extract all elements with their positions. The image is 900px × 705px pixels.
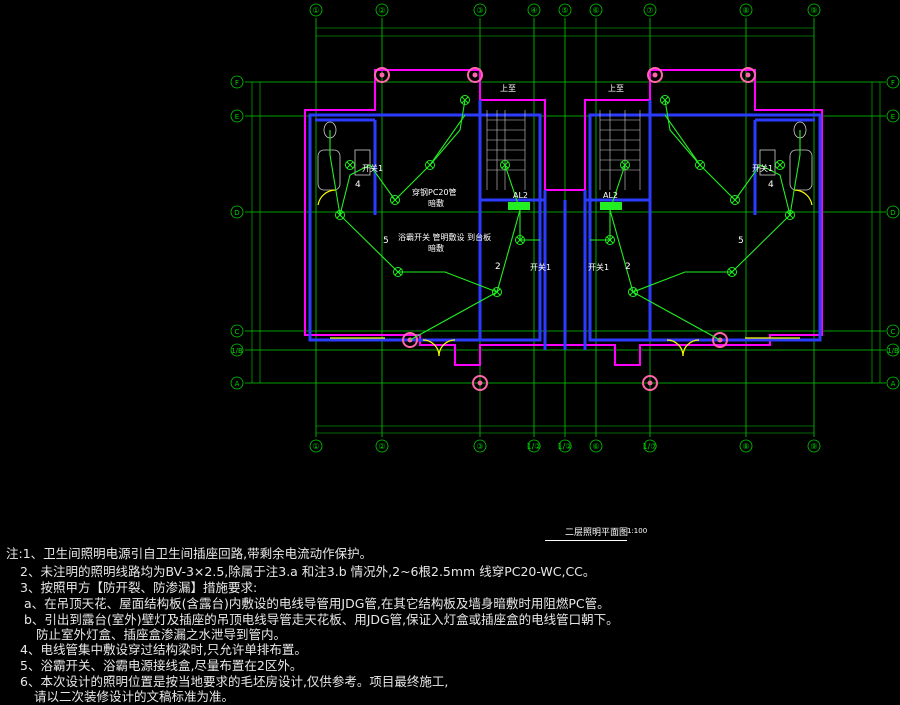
grid-bubble-label: ① bbox=[312, 442, 319, 451]
stair-left bbox=[486, 110, 526, 190]
tube-note: 穿钢PC20管 bbox=[412, 188, 457, 197]
wire-count-4-left: 4 bbox=[355, 180, 361, 190]
grid-bubble-label: A bbox=[891, 380, 896, 388]
grid-bubble-label: ② bbox=[378, 6, 385, 15]
grid-bubble-label: C bbox=[891, 328, 896, 336]
switch-label-mid-right: 开关1 bbox=[588, 263, 610, 272]
ceiling-light-icon bbox=[345, 160, 355, 170]
panel-label-left: AL2 bbox=[513, 191, 529, 200]
up-label-left: 上至 bbox=[500, 84, 516, 93]
grid-bubble-label: A bbox=[235, 380, 240, 388]
drawing-title: 二层照明平面图 bbox=[565, 528, 629, 538]
switch-label-right: 开关1 bbox=[752, 164, 774, 173]
grid-bubble-label: 1/B bbox=[887, 347, 899, 355]
switch-label-mid-left: 开关1 bbox=[530, 263, 552, 272]
grid-bubble-label: ⑧ bbox=[742, 6, 749, 15]
wire-count-2-left: 2 bbox=[495, 262, 501, 272]
drawing-scale: 1:100 bbox=[627, 527, 648, 535]
up-label-right: 上至 bbox=[608, 84, 624, 93]
grid-bubble-label: ⑥ bbox=[592, 6, 599, 15]
grid-bubble-label: ③ bbox=[476, 6, 483, 15]
grid-bubble-label: ⑨ bbox=[810, 6, 817, 15]
bath-switch-note: 浴霸开关 管明敷设 到台板 bbox=[398, 233, 492, 242]
grid-bubble-label: ③ bbox=[476, 442, 483, 451]
grid-bubble-label: C bbox=[235, 328, 240, 336]
wire-count-4-right: 4 bbox=[768, 180, 774, 190]
grid-bubble-label: ⑤ bbox=[561, 6, 568, 15]
grid-bubble-label: D bbox=[890, 209, 895, 217]
grid-bubble-label: 1/⑦ bbox=[643, 442, 658, 451]
grid-bubble-label: ⑨ bbox=[810, 442, 817, 451]
column-core bbox=[379, 72, 385, 78]
bath-switch-note-2: 暗敷 bbox=[428, 244, 444, 253]
wire-count-2-right: 2 bbox=[625, 262, 631, 272]
column-core bbox=[477, 380, 483, 386]
ceiling-light-icon bbox=[775, 160, 785, 170]
grid-bubble-label: ⑧ bbox=[742, 442, 749, 451]
column-core bbox=[745, 72, 751, 78]
grid-bubble-label: ① bbox=[312, 6, 319, 15]
column-core bbox=[652, 72, 658, 78]
stair-right bbox=[599, 110, 641, 190]
grid-bubble-label: E bbox=[891, 113, 895, 121]
column-core bbox=[472, 72, 478, 78]
grid-bubble-label: F bbox=[235, 79, 239, 87]
note-line-10: 请以二次装修设计的文稿标准为准。 bbox=[34, 689, 235, 704]
grid-bubble-label: ④ bbox=[530, 6, 537, 15]
grid-bubble-label: E bbox=[235, 113, 239, 121]
dark-note: 暗敷 bbox=[428, 199, 444, 208]
grid-bubble-label: 1/B bbox=[231, 347, 243, 355]
grid-bubble-label: F bbox=[891, 79, 895, 87]
switch-label-left: 开关1 bbox=[362, 164, 384, 173]
wire-count-5-left: 5 bbox=[383, 236, 389, 246]
column-core bbox=[647, 380, 653, 386]
grid-bubble-label: 1/② bbox=[558, 442, 573, 451]
note-line-1: 注:1、卫生间照明电源引自卫生间插座回路,带剩余电流动作保护。 bbox=[6, 546, 373, 561]
panel-label-right: AL2 bbox=[603, 191, 619, 200]
grid-bubble-label: D bbox=[234, 209, 239, 217]
grid-bubble-label: ⑥ bbox=[592, 442, 599, 451]
grid-bubble-label: 1/② bbox=[527, 442, 542, 451]
grid-bubble-label: ② bbox=[378, 442, 385, 451]
title-underline bbox=[545, 540, 627, 541]
wire-count-5-right: 5 bbox=[738, 236, 744, 246]
grid-bubble-label: ⑦ bbox=[646, 6, 653, 15]
